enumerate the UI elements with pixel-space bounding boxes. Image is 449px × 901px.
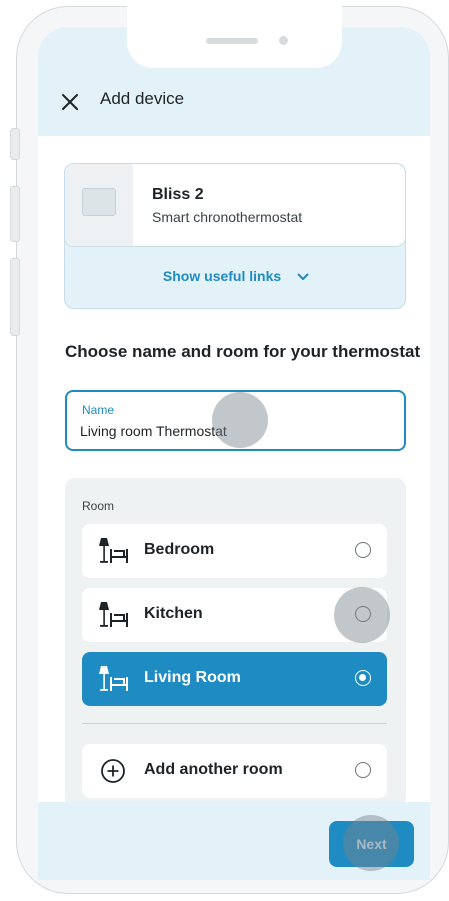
radio-button[interactable] (355, 542, 371, 558)
plus-circle-icon (101, 759, 125, 783)
radio-button[interactable] (355, 762, 371, 778)
room-option-living-room[interactable]: Living Room (82, 652, 387, 706)
radio-button-selected[interactable] (355, 670, 371, 686)
room-icon (99, 666, 128, 691)
room-icon (99, 602, 128, 627)
phone-side-button (10, 128, 20, 160)
page-title: Add device (100, 89, 185, 108)
chevron-down-icon (297, 273, 309, 281)
name-field-label: Name (82, 403, 115, 417)
room-option-bedroom[interactable]: Bedroom (82, 524, 387, 578)
room-option-label: Bedroom (144, 541, 215, 558)
show-useful-links-label: Show useful links (162, 268, 282, 284)
phone-notch (127, 6, 342, 68)
phone-side-button (10, 258, 20, 336)
phone-speaker (206, 38, 258, 44)
thermostat-image (82, 188, 116, 216)
device-card: Bliss 2 Smart chronothermostat Show usef… (64, 163, 406, 309)
phone-camera (279, 36, 288, 45)
close-icon[interactable] (60, 92, 80, 112)
room-panel: Room Bedroom Kitchen Living Room Add ano… (65, 478, 406, 808)
add-another-room-button[interactable]: Add another room (82, 744, 387, 798)
device-subtitle: Smart chronothermostat (152, 209, 303, 225)
touch-indicator (212, 392, 268, 448)
device-info: Bliss 2 Smart chronothermostat (64, 163, 406, 247)
phone-side-button (10, 186, 20, 242)
device-name: Bliss 2 (152, 186, 204, 203)
app-screen: Add device Bliss 2 Smart chronothermosta… (38, 68, 430, 880)
touch-indicator (334, 587, 390, 643)
room-icon (99, 538, 128, 563)
device-thumbnail (65, 164, 133, 246)
room-label: Room (82, 499, 115, 513)
room-option-label: Kitchen (144, 605, 203, 622)
show-useful-links-button[interactable]: Show useful links (65, 268, 407, 284)
add-another-room-label: Add another room (144, 761, 283, 778)
section-title: Choose name and room for your thermostat (65, 342, 421, 361)
divider (82, 723, 387, 724)
top-bar: Add device (38, 68, 430, 136)
touch-indicator (343, 815, 399, 871)
room-option-label: Living Room (144, 669, 241, 686)
